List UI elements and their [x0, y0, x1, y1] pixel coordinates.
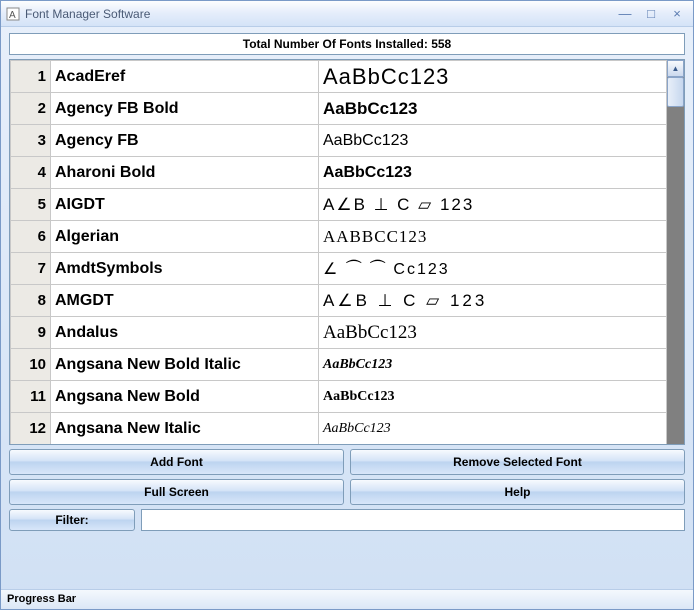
font-sample-cell: AaBbCc123 — [319, 157, 667, 189]
window-controls: — □ × — [613, 6, 689, 22]
font-sample-cell: AaBbCc123 — [319, 317, 667, 349]
button-row-2: Full Screen Help — [9, 479, 685, 505]
app-icon: A — [5, 6, 21, 22]
row-number: 3 — [11, 125, 51, 157]
status-bar: Progress Bar — [1, 589, 693, 609]
font-sample-cell: A∠B ⊥ C ▱ 123 — [319, 189, 667, 221]
font-grid: 1AcadErefAaBbCc1232Agency FB BoldAaBbCc1… — [9, 59, 685, 445]
row-number: 10 — [11, 349, 51, 381]
table-row[interactable]: 10Angsana New Bold ItalicAaBbCc123 — [11, 349, 667, 381]
filter-row: Filter: — [9, 509, 685, 531]
font-sample-cell: A∠B ⊥ C ▱ 123 — [319, 285, 667, 317]
font-name-cell[interactable]: Algerian — [51, 221, 319, 253]
scroll-thumb[interactable] — [667, 77, 684, 107]
table-row[interactable]: 3Agency FBAaBbCc123 — [11, 125, 667, 157]
table-row[interactable]: 6AlgerianAABBCC123 — [11, 221, 667, 253]
font-sample-cell: AABBCC123 — [319, 221, 667, 253]
row-number: 1 — [11, 61, 51, 93]
font-name-cell[interactable]: AIGDT — [51, 189, 319, 221]
scroll-up-icon[interactable]: ▲ — [667, 60, 684, 77]
font-name-cell[interactable]: AmdtSymbols — [51, 253, 319, 285]
fullscreen-button[interactable]: Full Screen — [9, 479, 344, 505]
font-name-cell[interactable]: Andalus — [51, 317, 319, 349]
font-sample-cell: AaBbCc123 — [319, 61, 667, 93]
font-sample-cell: ∠ ⏜ ⏜ Cc123 — [319, 253, 667, 285]
font-name-cell[interactable]: AcadEref — [51, 61, 319, 93]
filter-input[interactable] — [141, 509, 685, 531]
filter-label: Filter: — [9, 509, 135, 531]
vertical-scrollbar[interactable]: ▲ — [667, 60, 684, 444]
close-button[interactable]: × — [665, 6, 689, 22]
font-sample-cell: AaBbCc123 — [319, 93, 667, 125]
table-row[interactable]: 1AcadErefAaBbCc123 — [11, 61, 667, 93]
titlebar: A Font Manager Software — □ × — [1, 1, 693, 27]
table-row[interactable]: 9AndalusAaBbCc123 — [11, 317, 667, 349]
remove-font-button[interactable]: Remove Selected Font — [350, 449, 685, 475]
help-button[interactable]: Help — [350, 479, 685, 505]
maximize-button[interactable]: □ — [639, 6, 663, 22]
app-window: A Font Manager Software — □ × Total Numb… — [0, 0, 694, 610]
font-name-cell[interactable]: Agency FB — [51, 125, 319, 157]
row-number: 4 — [11, 157, 51, 189]
font-name-cell[interactable]: Aharoni Bold — [51, 157, 319, 189]
table-row[interactable]: 8AMGDTA∠B ⊥ C ▱ 123 — [11, 285, 667, 317]
table-row[interactable]: 4Aharoni BoldAaBbCc123 — [11, 157, 667, 189]
table-row[interactable]: 2Agency FB BoldAaBbCc123 — [11, 93, 667, 125]
row-number: 2 — [11, 93, 51, 125]
row-number: 7 — [11, 253, 51, 285]
row-number: 9 — [11, 317, 51, 349]
add-font-button[interactable]: Add Font — [9, 449, 344, 475]
scroll-track[interactable] — [667, 107, 684, 444]
row-number: 12 — [11, 413, 51, 445]
button-row-1: Add Font Remove Selected Font — [9, 449, 685, 475]
font-sample-cell: AaBbCc123 — [319, 349, 667, 381]
table-row[interactable]: 7AmdtSymbols∠ ⏜ ⏜ Cc123 — [11, 253, 667, 285]
font-name-cell[interactable]: Angsana New Bold Italic — [51, 349, 319, 381]
content-area: Total Number Of Fonts Installed: 558 1Ac… — [1, 27, 693, 589]
row-number: 8 — [11, 285, 51, 317]
font-name-cell[interactable]: AMGDT — [51, 285, 319, 317]
row-number: 5 — [11, 189, 51, 221]
font-sample-cell: AaBbCc123 — [319, 125, 667, 157]
font-table[interactable]: 1AcadErefAaBbCc1232Agency FB BoldAaBbCc1… — [10, 60, 667, 444]
minimize-button[interactable]: — — [613, 6, 637, 22]
svg-text:A: A — [9, 10, 16, 21]
row-number: 11 — [11, 381, 51, 413]
table-row[interactable]: 5AIGDTA∠B ⊥ C ▱ 123 — [11, 189, 667, 221]
fonts-count-header: Total Number Of Fonts Installed: 558 — [9, 33, 685, 55]
font-sample-cell: AaBbCc123 — [319, 413, 667, 445]
font-sample-cell: AaBbCc123 — [319, 381, 667, 413]
font-name-cell[interactable]: Angsana New Bold — [51, 381, 319, 413]
table-row[interactable]: 11Angsana New BoldAaBbCc123 — [11, 381, 667, 413]
table-row[interactable]: 12Angsana New ItalicAaBbCc123 — [11, 413, 667, 445]
row-number: 6 — [11, 221, 51, 253]
window-title: Font Manager Software — [25, 7, 613, 21]
font-name-cell[interactable]: Angsana New Italic — [51, 413, 319, 445]
font-name-cell[interactable]: Agency FB Bold — [51, 93, 319, 125]
